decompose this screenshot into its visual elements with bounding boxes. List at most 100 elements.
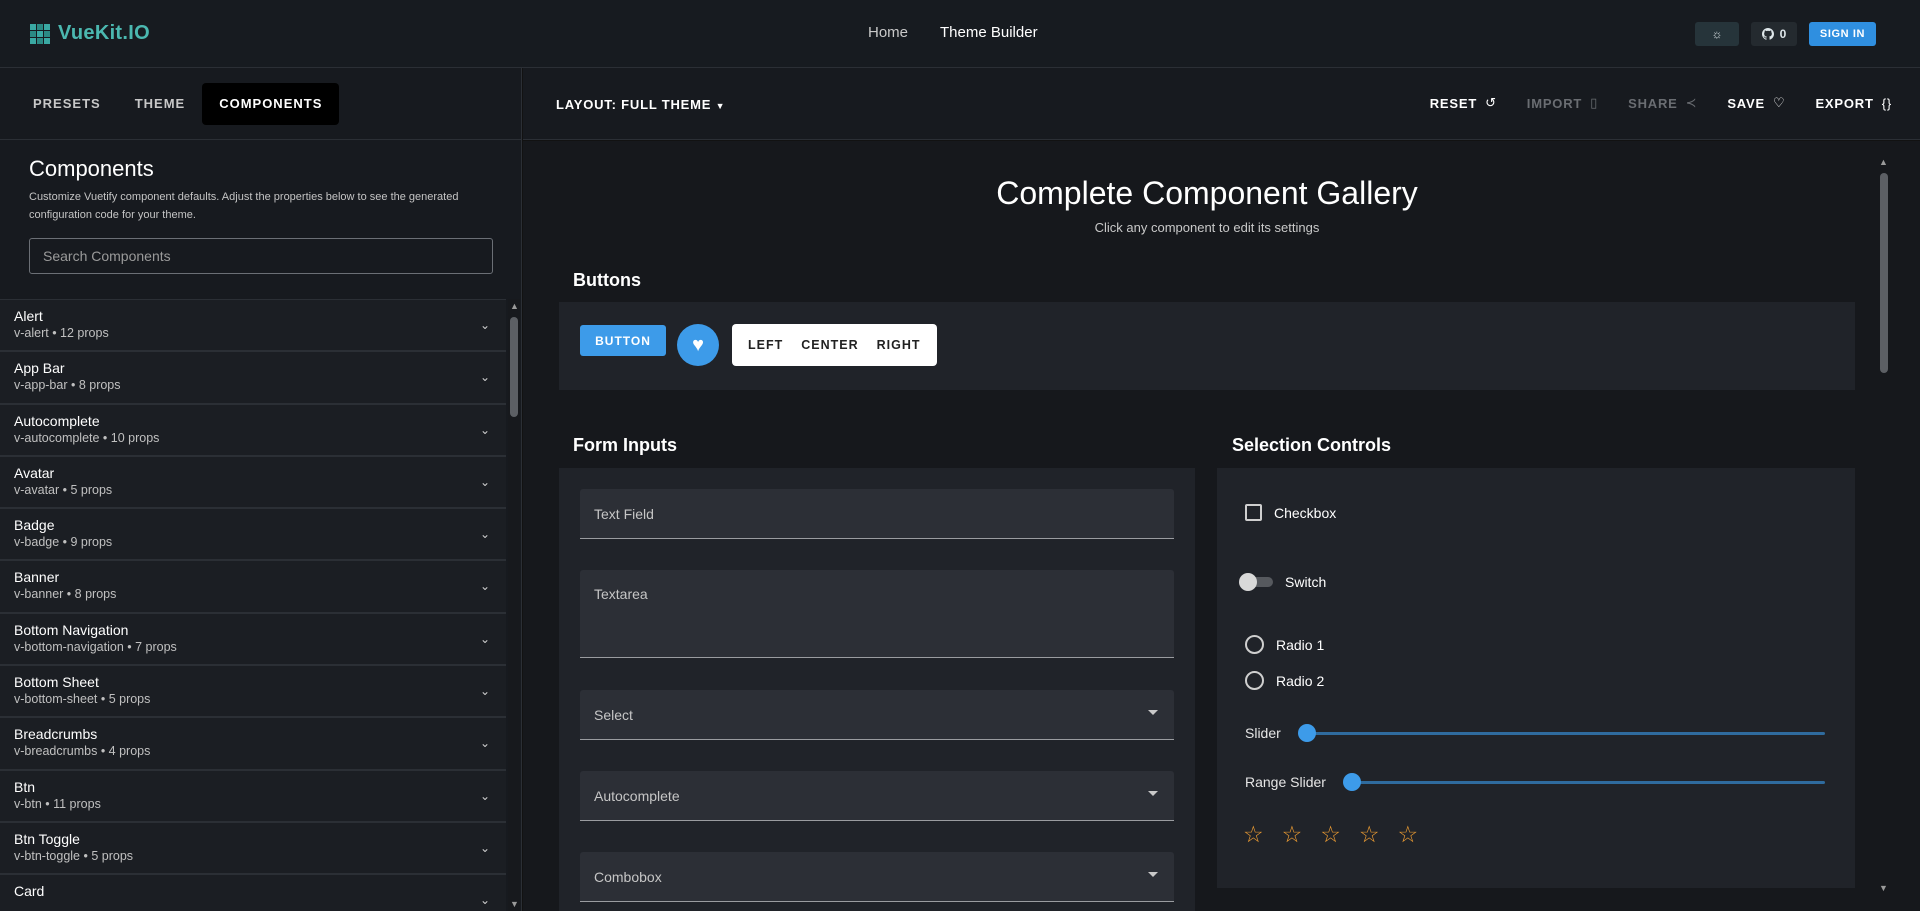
radio-row-1[interactable]: Radio 1 bbox=[1245, 635, 1324, 654]
list-item-sub: v-breadcrumbs • 4 props bbox=[14, 744, 151, 759]
slider-track[interactable] bbox=[1307, 732, 1825, 735]
theme-toggle-button[interactable]: ☼ bbox=[1695, 22, 1739, 46]
export-label: EXPORT bbox=[1815, 95, 1874, 111]
canvas-scrollbar[interactable]: ▲ ▼ bbox=[1877, 155, 1890, 895]
scroll-down-icon[interactable]: ▼ bbox=[1879, 883, 1888, 893]
range-slider-label: Range Slider bbox=[1245, 774, 1326, 790]
switch-toggle[interactable] bbox=[1239, 573, 1273, 591]
checkbox-label: Checkbox bbox=[1274, 504, 1337, 521]
chevron-down-icon: ⌄ bbox=[479, 579, 490, 594]
scroll-down-icon[interactable]: ▼ bbox=[510, 899, 519, 909]
history-icon: ↺ bbox=[1485, 95, 1497, 110]
list-item-name: Bottom Sheet bbox=[14, 674, 99, 691]
save-label: SAVE bbox=[1727, 95, 1765, 111]
list-item-app-bar[interactable]: App Bar v-app-bar • 8 props ⌄ bbox=[0, 352, 506, 405]
autocomplete-field[interactable]: Autocomplete bbox=[580, 771, 1174, 821]
list-item-alert[interactable]: Alert v-alert • 12 props ⌄ bbox=[0, 300, 506, 353]
panel-tabs: PRESETS THEME COMPONENTS bbox=[0, 68, 521, 140]
left-panel: PRESETS THEME COMPONENTS Components Cust… bbox=[0, 68, 522, 911]
list-item-name: App Bar bbox=[14, 360, 65, 377]
share-button[interactable]: SHARE ≺ bbox=[1628, 95, 1697, 111]
fab-button[interactable]: ♥ bbox=[677, 324, 719, 366]
search-components-input[interactable] bbox=[29, 238, 493, 274]
import-label: IMPORT bbox=[1526, 95, 1583, 111]
list-item-breadcrumbs[interactable]: Breadcrumbs v-breadcrumbs • 4 props ⌄ bbox=[0, 718, 506, 771]
select-field[interactable]: Select bbox=[580, 690, 1174, 740]
text-field-label: Text Field bbox=[594, 506, 654, 522]
share-icon: ≺ bbox=[1685, 95, 1698, 110]
combobox-field[interactable]: Combobox bbox=[580, 852, 1174, 902]
github-button[interactable]: 0 bbox=[1751, 22, 1797, 46]
list-scrollbar[interactable]: ▲ ▼ bbox=[508, 299, 520, 911]
textarea-field[interactable]: Textarea bbox=[580, 570, 1174, 658]
caret-down-icon bbox=[1148, 710, 1158, 715]
button-toggle-group[interactable]: LEFT CENTER RIGHT bbox=[732, 324, 937, 366]
reset-button[interactable]: RESET ↺ bbox=[1430, 95, 1497, 111]
nav-home[interactable]: Home bbox=[868, 24, 908, 41]
list-item-card[interactable]: Card ⌄ bbox=[0, 875, 506, 911]
range-slider-track[interactable] bbox=[1353, 781, 1825, 784]
switch-row[interactable]: Switch bbox=[1239, 573, 1326, 591]
star-outline-icon[interactable]: ☆ bbox=[1398, 821, 1419, 848]
scroll-up-icon[interactable]: ▲ bbox=[510, 301, 519, 311]
tab-presets[interactable]: PRESETS bbox=[16, 83, 118, 125]
app-bar: VueKit.IO Home Theme Builder ☼ 0 SIGN IN bbox=[0, 0, 1920, 68]
rating[interactable]: ☆ ☆ ☆ ☆ ☆ bbox=[1243, 821, 1418, 848]
form-inputs-title: Form Inputs bbox=[573, 435, 677, 455]
star-outline-icon[interactable]: ☆ bbox=[1243, 821, 1264, 848]
export-button[interactable]: EXPORT {} bbox=[1815, 95, 1892, 111]
radio-row-2[interactable]: Radio 2 bbox=[1245, 671, 1324, 690]
list-item-sub: v-banner • 8 props bbox=[14, 587, 117, 602]
star-outline-icon[interactable]: ☆ bbox=[1320, 821, 1341, 848]
scroll-thumb[interactable] bbox=[510, 317, 518, 417]
slider-thumb[interactable] bbox=[1298, 724, 1316, 742]
list-item-sub: v-app-bar • 8 props bbox=[14, 378, 121, 393]
list-item-banner[interactable]: Banner v-banner • 8 props ⌄ bbox=[0, 561, 506, 614]
buttons-card[interactable]: BUTTON ♥ LEFT CENTER RIGHT bbox=[559, 302, 1855, 390]
logo-icon bbox=[30, 23, 50, 44]
list-item-name: Btn Toggle bbox=[14, 830, 80, 847]
tab-components[interactable]: COMPONENTS bbox=[202, 82, 340, 125]
star-outline-icon[interactable]: ☆ bbox=[1359, 821, 1380, 848]
file-icon: ▯ bbox=[1590, 95, 1599, 110]
import-button[interactable]: IMPORT ▯ bbox=[1527, 95, 1598, 111]
form-inputs-card: Text Field Textarea Select Autocomplete … bbox=[559, 468, 1195, 911]
list-item-sub: v-btn • 11 props bbox=[14, 796, 101, 811]
list-item-avatar[interactable]: Avatar v-avatar • 5 props ⌄ bbox=[0, 456, 506, 510]
toggle-right[interactable]: RIGHT bbox=[868, 338, 930, 352]
scroll-thumb[interactable] bbox=[1880, 173, 1888, 373]
text-field[interactable]: Text Field bbox=[580, 489, 1174, 539]
sun-icon: ☼ bbox=[1711, 27, 1723, 41]
chevron-down-icon: ⌄ bbox=[479, 370, 490, 385]
checkbox[interactable] bbox=[1245, 504, 1262, 521]
tab-theme[interactable]: THEME bbox=[118, 83, 203, 125]
chevron-down-icon: ⌄ bbox=[479, 527, 490, 542]
caret-down-icon bbox=[1148, 791, 1158, 796]
list-item-autocomplete[interactable]: Autocomplete v-autocomplete • 10 props ⌄ bbox=[0, 404, 506, 457]
layout-label: LAYOUT: FULL THEME bbox=[556, 97, 712, 112]
radio-button-2[interactable] bbox=[1245, 671, 1264, 690]
star-outline-icon[interactable]: ☆ bbox=[1282, 821, 1303, 848]
list-item-badge[interactable]: Badge v-badge • 9 props ⌄ bbox=[0, 509, 506, 562]
scroll-up-icon[interactable]: ▲ bbox=[1879, 157, 1888, 167]
toggle-left[interactable]: LEFT bbox=[739, 338, 792, 352]
list-item-btn[interactable]: Btn v-btn • 11 props ⌄ bbox=[0, 770, 506, 823]
radio-button-1[interactable] bbox=[1245, 635, 1264, 654]
list-item-bottom-sheet[interactable]: Bottom Sheet v-bottom-sheet • 5 props ⌄ bbox=[0, 666, 506, 719]
list-item-bottom-navigation[interactable]: Bottom Navigation v-bottom-navigation • … bbox=[0, 613, 506, 667]
toggle-center[interactable]: CENTER bbox=[792, 338, 867, 352]
top-nav: Home Theme Builder bbox=[868, 24, 1038, 41]
sign-in-button[interactable]: SIGN IN bbox=[1809, 22, 1876, 46]
logo[interactable]: VueKit.IO bbox=[30, 22, 150, 45]
list-item-name: Banner bbox=[14, 569, 60, 586]
list-item-btn-toggle[interactable]: Btn Toggle v-btn-toggle • 5 props ⌄ bbox=[0, 822, 506, 876]
range-slider-thumb[interactable] bbox=[1343, 773, 1361, 791]
list-item-name: Alert bbox=[14, 308, 43, 324]
save-button[interactable]: SAVE ♡ bbox=[1727, 95, 1785, 111]
nav-theme-builder[interactable]: Theme Builder bbox=[940, 24, 1038, 41]
checkbox-row[interactable]: Checkbox bbox=[1245, 504, 1336, 521]
chevron-down-icon: ⌄ bbox=[479, 684, 490, 699]
layout-dropdown[interactable]: LAYOUT: FULL THEME ▼ bbox=[556, 97, 725, 112]
demo-button[interactable]: BUTTON bbox=[580, 325, 666, 356]
logo-text: VueKit.IO bbox=[58, 22, 150, 44]
